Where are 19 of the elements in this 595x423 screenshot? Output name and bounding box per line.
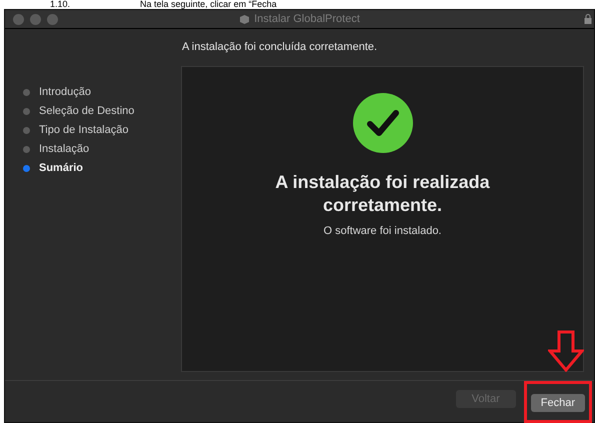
step-label: Sumário bbox=[39, 161, 84, 175]
arrow-annotation bbox=[548, 330, 584, 372]
package-icon bbox=[239, 14, 250, 24]
step-label: Introdução bbox=[39, 85, 91, 99]
lock-icon bbox=[584, 14, 592, 24]
window-title: Instalar GlobalProtect bbox=[254, 12, 360, 27]
step-label: Seleção de Destino bbox=[39, 104, 134, 118]
step-label: Instalação bbox=[39, 142, 90, 156]
heading-number: 1.10. bbox=[50, 0, 70, 9]
window-control-icon[interactable] bbox=[30, 14, 41, 24]
success-check-icon bbox=[352, 93, 412, 153]
success-heading: A instalação foi realizada corretamente. bbox=[274, 171, 491, 217]
status-subtitle: A instalação foi concluída corretamente. bbox=[182, 40, 378, 56]
dialog-button[interactable]: Fechar bbox=[530, 394, 585, 412]
step-label: Tipo de Instalação bbox=[39, 123, 128, 137]
success-message: O software foi instalado. bbox=[323, 224, 442, 239]
document-heading: Na tela seguinte, clicar em “Fecha bbox=[140, 0, 277, 9]
window-control-icon[interactable] bbox=[47, 14, 58, 24]
window-control-icon[interactable] bbox=[13, 14, 24, 24]
